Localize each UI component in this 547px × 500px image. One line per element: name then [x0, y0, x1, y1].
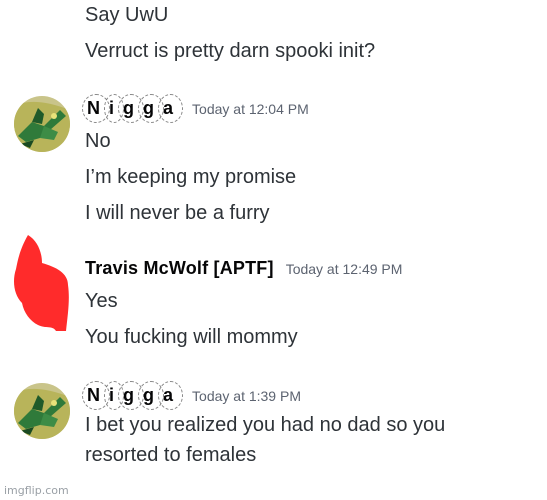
message-text: You fucking will mommy: [85, 326, 298, 348]
message-header: Nigga Today at 12:04 PM: [82, 94, 309, 124]
timestamp[interactable]: Today at 12:49 PM: [286, 261, 403, 277]
timestamp[interactable]: Today at 1:39 PM: [192, 388, 301, 404]
message-text: Yes: [85, 290, 118, 312]
message-text: Verruct is pretty darn spooki init?: [85, 40, 376, 62]
avatar-image-icon: [14, 383, 70, 439]
avatar-image-icon: [14, 96, 70, 152]
username-char: a: [158, 94, 184, 123]
message-header: Travis McWolf [APTF] Today at 12:49 PM: [85, 258, 402, 284]
message-text: No: [85, 130, 111, 152]
message-text: resorted to females: [85, 444, 257, 466]
username-char: a: [158, 381, 184, 410]
user-avatar[interactable]: [14, 96, 70, 152]
message-text: I will never be a furry: [85, 202, 270, 224]
censor-scribble: [14, 235, 69, 331]
username[interactable]: Nigga: [82, 94, 184, 123]
message-header: Nigga Today at 1:39 PM: [82, 381, 301, 411]
message-text: Say UwU: [85, 4, 169, 26]
username[interactable]: Travis McWolf [APTF]: [85, 258, 274, 279]
watermark: imgflip.com: [4, 484, 69, 497]
message-text: I’m keeping my promise: [85, 166, 297, 188]
message-text: I bet you realized you had no dad so you: [85, 414, 446, 436]
user-avatar[interactable]: [14, 383, 70, 439]
timestamp[interactable]: Today at 12:04 PM: [192, 101, 309, 117]
username[interactable]: Nigga: [82, 381, 184, 410]
